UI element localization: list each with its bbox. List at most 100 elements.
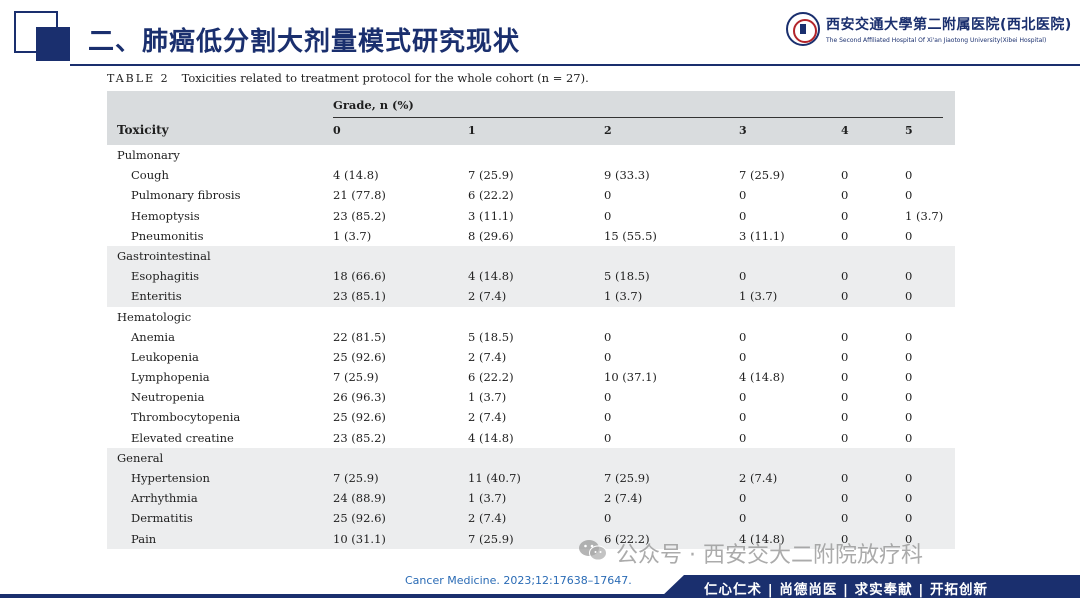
toxicity-name: Hypertension [131, 471, 210, 485]
section-label: Pulmonary [117, 148, 180, 162]
toxicity-name: Lymphopenia [131, 370, 210, 385]
grade-1-cell: 2 (7.4) [468, 410, 507, 425]
toxicity-name: Neutropenia [131, 390, 205, 405]
grade-5-cell: 0 [905, 188, 913, 203]
grade-3-cell: 7 (25.9) [739, 168, 785, 183]
grade-0-cell: 7 (25.9) [333, 370, 379, 385]
table-row: Lymphopenia 7 (25.9) 6 (22.2) 10 (37.1) 4 (1… [107, 367, 955, 387]
table-section: Gastrointestinal Esophagitis 18 (66.6) 4 (1… [107, 245, 955, 307]
grade-0-cell: 7 (25.9) [333, 471, 379, 485]
grade-5-cell: 0 [905, 349, 913, 364]
grade-4-cell: 0 [841, 168, 849, 183]
grade-5-cell: 0 [905, 329, 913, 344]
table-section: Pulmonary Cough 4 (14.8) 7 (25.9) 9 (33.3) 7 … [107, 145, 955, 246]
grade-2-cell: 10 (37.1) [604, 370, 657, 385]
grade-5-cell: 0 [905, 228, 913, 243]
grade-0-cell: 10 (31.1) [333, 531, 386, 546]
grade-4-cell: 0 [841, 228, 849, 243]
grade-2-cell: 0 [604, 208, 612, 223]
grade-0-cell: 23 (85.2) [333, 430, 386, 445]
table-row: Neutropenia 26 (96.3) 1 (3.7) 0 0 0 0 [107, 387, 955, 407]
grade-5-cell: 0 [905, 370, 913, 385]
grade-1-cell: 1 (3.7) [468, 390, 507, 405]
table-section: Hematologic Anemia 22 (81.5) 5 (18.5) 0 0 0 0 Le… [107, 307, 955, 448]
grade-3-cell: 2 (7.4) [739, 471, 778, 485]
toxicity-name: Pneumonitis [131, 228, 204, 243]
toxicity-name: Thrombocytopenia [131, 410, 241, 425]
grade-col-1-header: 1 [468, 124, 476, 137]
table-header: Grade, n (%) Toxicity 0 1 2 3 4 5 [107, 91, 955, 145]
grade-0-cell: 22 (81.5) [333, 329, 386, 344]
grade-3-cell: 0 [739, 491, 747, 506]
section-label: Gastrointestinal [117, 248, 211, 263]
grade-5-cell: 0 [905, 430, 913, 445]
grade-3-cell: 0 [739, 410, 747, 425]
grade-5-cell: 0 [905, 168, 913, 183]
section-header-row: Hematologic [107, 307, 955, 327]
toxicity-name: Hemoptysis [131, 208, 200, 223]
section-label: Hematologic [117, 309, 192, 324]
grade-5-cell: 0 [905, 471, 913, 485]
grade-3-cell: 0 [739, 329, 747, 344]
grade-4-cell: 0 [841, 188, 849, 203]
section-label: General [117, 450, 164, 465]
corner-filled-square [36, 27, 70, 61]
grade-3-cell: 0 [739, 390, 747, 405]
toxicity-name: Anemia [131, 329, 175, 344]
grade-0-cell: 24 (88.9) [333, 491, 386, 506]
grade-4-cell: 0 [841, 511, 849, 526]
grade-3-cell: 0 [739, 208, 747, 223]
grade-2-cell: 0 [604, 188, 612, 203]
grade-header-rule [333, 117, 943, 118]
grade-1-cell: 1 (3.7) [468, 491, 507, 506]
grade-2-cell: 0 [604, 349, 612, 364]
footer-motto: 仁心仁术 | 尚德尚医 | 求实奉献 | 开拓创新 [704, 582, 988, 598]
logo-english-name: The Second Affiliated Hospital Of Xi'an … [826, 37, 1047, 44]
grade-3-cell: 0 [739, 511, 747, 526]
grade-3-cell: 3 (11.1) [739, 228, 785, 243]
toxicity-name: Arrhythmia [131, 491, 198, 506]
grade-1-cell: 4 (14.8) [468, 269, 514, 284]
grade-5-cell: 1 (3.7) [905, 208, 944, 223]
grade-2-cell: 15 (55.5) [604, 228, 657, 243]
table-row: Esophagitis 18 (66.6) 4 (14.8) 5 (18.5) 0 0 0 [107, 266, 955, 286]
grade-2-cell: 0 [604, 511, 612, 526]
grade-4-cell: 0 [841, 289, 849, 304]
grade-col-0-header: 0 [333, 124, 341, 137]
grade-2-cell: 0 [604, 390, 612, 405]
table-label: TABLE 2 [107, 72, 170, 85]
grade-0-cell: 1 (3.7) [333, 228, 372, 243]
grade-2-cell: 2 (7.4) [604, 491, 643, 506]
table-caption-text: Toxicities related to treatment protocol… [181, 71, 589, 85]
grade-1-cell: 2 (7.4) [468, 511, 507, 526]
grade-2-cell: 0 [604, 329, 612, 344]
slide-title: 二、肺癌低分割大剂量模式研究现状 [88, 27, 521, 57]
grade-col-3-header: 3 [739, 124, 747, 137]
grade-5-cell: 0 [905, 269, 913, 284]
grade-3-cell: 0 [739, 430, 747, 445]
wechat-icon [579, 540, 607, 561]
grade-5-cell: 0 [905, 289, 913, 304]
grade-2-cell: 5 (18.5) [604, 269, 650, 284]
grade-2-cell: 0 [604, 430, 612, 445]
grade-1-cell: 3 (11.1) [468, 208, 514, 223]
grade-1-cell: 5 (18.5) [468, 329, 514, 344]
section-header-row: Gastrointestinal [107, 246, 955, 266]
grade-2-cell: 7 (25.9) [604, 471, 650, 485]
grade-1-cell: 2 (7.4) [468, 349, 507, 364]
grade-5-cell: 0 [905, 511, 913, 526]
toxicity-name: Pain [131, 531, 157, 546]
toxicity-name: Enteritis [131, 289, 182, 304]
grade-1-cell: 4 (14.8) [468, 430, 514, 445]
table-row: Hypertension 7 (25.9) 11 (40.7) 7 (25.9) 2 (… [107, 468, 955, 488]
grade-header: Grade, n (%) [333, 98, 414, 112]
table-row: Thrombocytopenia 25 (92.6) 2 (7.4) 0 0 0 0 [107, 407, 955, 427]
university-seal-icon [786, 12, 820, 46]
grade-col-4-header: 4 [841, 124, 849, 137]
table-row: Anemia 22 (81.5) 5 (18.5) 0 0 0 0 [107, 327, 955, 347]
grade-1-cell: 6 (22.2) [468, 370, 514, 385]
grade-col-5-header: 5 [905, 124, 913, 137]
grade-5-cell: 0 [905, 410, 913, 425]
grade-0-cell: 25 (92.6) [333, 410, 386, 425]
title-divider [70, 64, 1080, 66]
